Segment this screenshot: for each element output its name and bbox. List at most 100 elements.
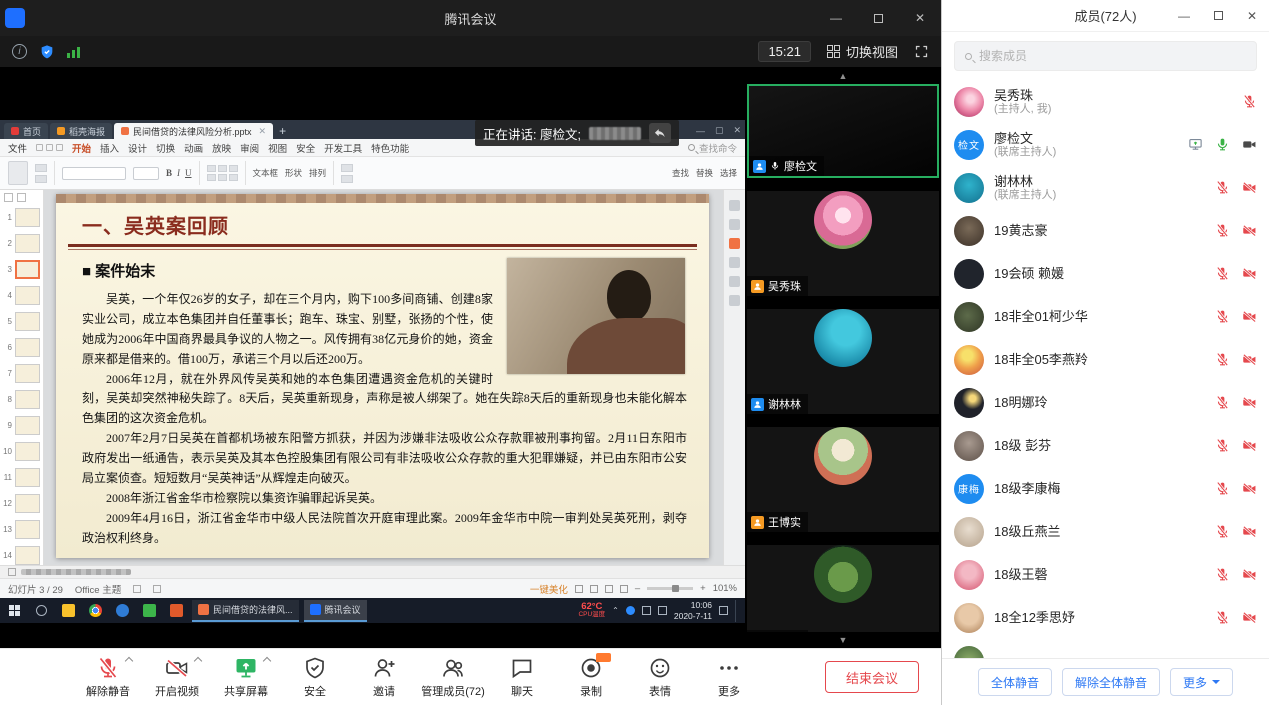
scroll-down-icon[interactable]: ▼: [745, 632, 941, 648]
wps-icon[interactable]: [165, 600, 187, 622]
edge-icon[interactable]: [111, 600, 133, 622]
taskbar-search-icon[interactable]: [30, 600, 52, 622]
slide-thumbnail[interactable]: 1: [0, 204, 43, 230]
new-tab-button[interactable]: +: [279, 124, 286, 138]
chevron-up-icon[interactable]: [263, 656, 271, 664]
video-button[interactable]: 开启视频: [145, 656, 209, 699]
cam-off-icon[interactable]: [1242, 567, 1257, 582]
panel-maximize-icon[interactable]: [1201, 0, 1235, 32]
video-thumbnail[interactable]: 谢林林: [747, 309, 939, 414]
panel-minimize-icon[interactable]: —: [1167, 0, 1201, 32]
menu-item-开始[interactable]: 开始: [72, 141, 91, 155]
slide-thumbnail[interactable]: 11: [0, 464, 43, 490]
cam-off-icon[interactable]: [1242, 352, 1257, 367]
maximize-icon[interactable]: [857, 0, 899, 36]
menu-item-插入[interactable]: 插入: [100, 141, 119, 155]
mic-muted-icon[interactable]: [1215, 610, 1230, 625]
menu-item-开发工具[interactable]: 开发工具: [324, 141, 362, 155]
file-menu[interactable]: 文件: [8, 141, 27, 155]
wps-close-icon[interactable]: ✕: [733, 125, 741, 136]
font-size-select[interactable]: [133, 167, 159, 180]
normal-view-icon[interactable]: [575, 585, 583, 593]
slide-thumbnail[interactable]: 9: [0, 412, 43, 438]
zoom-slider[interactable]: [647, 587, 693, 590]
member-row[interactable]: 吴秀珠(主持人, 我): [942, 80, 1269, 123]
font-style-icons[interactable]: BIU: [166, 168, 192, 178]
cam-off-icon[interactable]: [1242, 223, 1257, 238]
volume-icon[interactable]: [642, 606, 651, 615]
spellcheck-icon[interactable]: [133, 585, 141, 593]
cam-off-icon[interactable]: [1242, 438, 1257, 453]
mic-muted-icon[interactable]: [1215, 567, 1230, 582]
arrange-dropdown[interactable]: 排列: [309, 167, 326, 179]
font-select[interactable]: [62, 167, 126, 180]
wps-tab[interactable]: 民间借贷的法律风险分析.pptx✕: [114, 123, 273, 139]
video-thumbnail[interactable]: 王博实: [747, 427, 939, 532]
slide-thumbnail[interactable]: 5: [0, 308, 43, 334]
sorter-view-icon[interactable]: [590, 585, 598, 593]
minimize-icon[interactable]: —: [815, 0, 857, 36]
meeting-info-icon[interactable]: i: [12, 44, 27, 59]
read-view-icon[interactable]: [605, 585, 613, 593]
record-button[interactable]: 录制: [559, 656, 623, 699]
cam-on-icon[interactable]: [1242, 137, 1257, 152]
taskbar-clock[interactable]: 10:06 2020-7-11: [674, 600, 712, 620]
mute-all-button[interactable]: 全体静音: [978, 668, 1052, 696]
shapes-dropdown[interactable]: 形状: [285, 167, 302, 179]
cam-off-icon[interactable]: [1242, 524, 1257, 539]
unmute-button[interactable]: 解除静音: [76, 656, 140, 699]
wps-tab[interactable]: 首页: [4, 123, 48, 139]
member-row[interactable]: 康梅18级李康梅: [942, 467, 1269, 510]
member-search-input[interactable]: [979, 49, 1246, 63]
cam-off-icon[interactable]: [1242, 395, 1257, 410]
zoom-out-icon[interactable]: –: [635, 583, 640, 594]
tray-app-icon[interactable]: [626, 606, 635, 615]
slide-thumbnail[interactable]: 8: [0, 386, 43, 412]
cpu-temp-widget[interactable]: 62°C CPU温度: [578, 602, 605, 619]
beautify-button[interactable]: 一键美化: [530, 582, 568, 596]
mic-muted-icon[interactable]: [1215, 223, 1230, 238]
wps-side-toolbar[interactable]: [723, 190, 745, 565]
slide-thumbnail[interactable]: 10: [0, 438, 43, 464]
find-button[interactable]: 查找: [672, 167, 689, 179]
member-row[interactable]: 18级王磬: [942, 553, 1269, 596]
command-search[interactable]: 查找命令: [688, 141, 737, 155]
slide-thumbnail[interactable]: 3: [0, 256, 43, 282]
video-thumbnail[interactable]: 吴秀珠: [747, 191, 939, 296]
wps-tab[interactable]: 稻壳海报: [50, 123, 112, 139]
member-row[interactable]: 18全12季思妤: [942, 596, 1269, 639]
menu-item-特色功能[interactable]: 特色功能: [371, 141, 409, 155]
slide-thumbnail[interactable]: 6: [0, 334, 43, 360]
mic-muted-icon[interactable]: [1215, 352, 1230, 367]
mic-muted-icon[interactable]: [1215, 438, 1230, 453]
notification-center-icon[interactable]: [719, 606, 728, 615]
cam-off-icon[interactable]: [1242, 309, 1257, 324]
scroll-up-icon[interactable]: ▲: [745, 68, 941, 84]
slide-thumbnail[interactable]: 13: [0, 516, 43, 542]
fullscreen-icon[interactable]: [914, 44, 929, 59]
security-shield-icon[interactable]: [39, 44, 55, 60]
network-icon[interactable]: [658, 606, 667, 615]
invite-button[interactable]: 邀请: [352, 656, 416, 699]
members-button[interactable]: 管理成员(72): [421, 656, 485, 699]
member-row[interactable]: 谢林林(联席主持人): [942, 166, 1269, 209]
menu-item-安全[interactable]: 安全: [296, 141, 315, 155]
menu-item-视图[interactable]: 视图: [268, 141, 287, 155]
select-button[interactable]: 选择: [720, 167, 737, 179]
member-row[interactable]: 18非全05李燕羚: [942, 338, 1269, 381]
close-icon[interactable]: ✕: [899, 0, 941, 36]
reply-icon[interactable]: [649, 123, 671, 143]
slideshow-view-icon[interactable]: [620, 585, 628, 593]
emoji-button[interactable]: 表情: [628, 656, 692, 699]
mic-muted-icon[interactable]: [1242, 94, 1257, 109]
taskbar-wps-task[interactable]: 民间借贷的法律风...: [192, 600, 299, 622]
tray-expand-icon[interactable]: ⌃: [612, 606, 619, 615]
mic-muted-icon[interactable]: [1215, 524, 1230, 539]
unmute-all-button[interactable]: 解除全体静音: [1062, 668, 1160, 696]
paragraph-icons[interactable]: [207, 165, 238, 181]
chat-button[interactable]: 聊天: [490, 656, 554, 699]
video-thumbnail[interactable]: 廖检文: [747, 84, 939, 178]
show-desktop-button[interactable]: [735, 600, 738, 622]
share-button[interactable]: 共享屏幕: [214, 656, 278, 699]
insert-icons[interactable]: [341, 164, 353, 183]
